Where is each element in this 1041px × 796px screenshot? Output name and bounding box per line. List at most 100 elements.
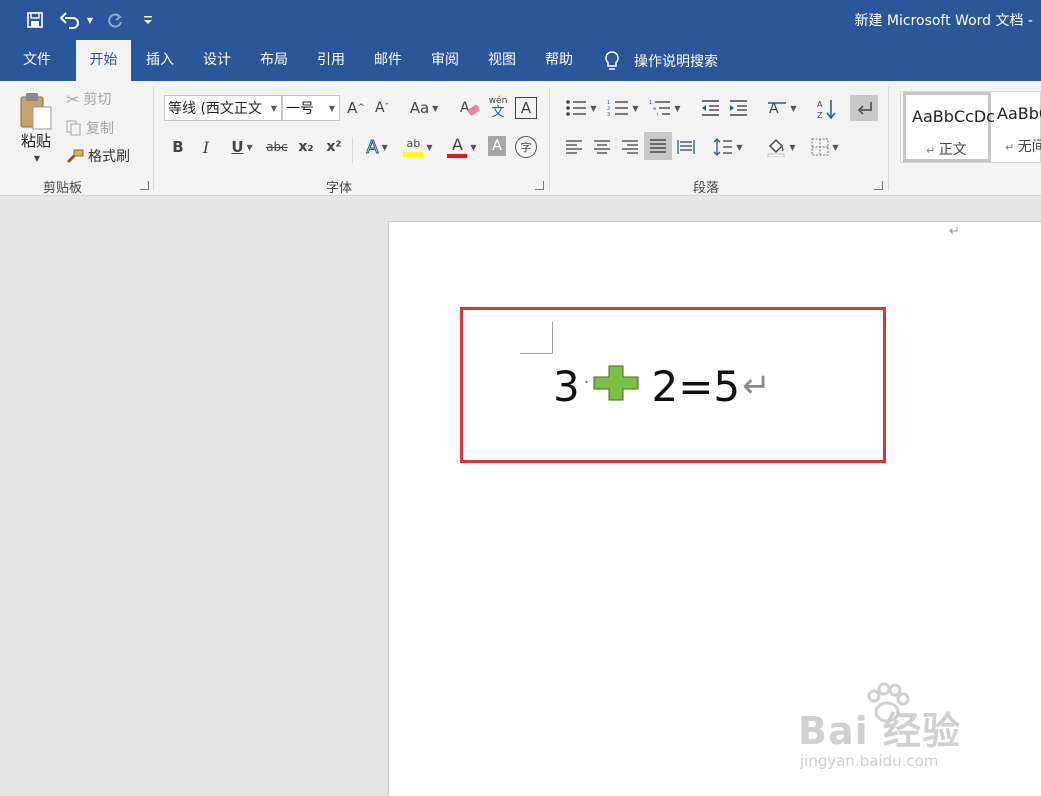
svg-text:A: A (817, 100, 823, 109)
subscript-button[interactable]: x₂ (295, 136, 317, 158)
strikethrough-icon: abc (266, 140, 288, 154)
italic-icon: I (202, 137, 210, 157)
tab-file[interactable]: 文件 (8, 40, 66, 81)
italic-button[interactable]: I (196, 136, 216, 158)
phonetic-bottom: 文 (491, 105, 505, 120)
align-right-button[interactable] (620, 136, 640, 158)
paragraph-launcher-icon[interactable] (874, 181, 883, 190)
document-title: 新建 Microsoft Word 文档 - (854, 13, 1033, 29)
align-center-icon (594, 140, 610, 154)
lightbulb-icon (605, 50, 619, 70)
justify-button[interactable] (644, 132, 672, 160)
text-effects-button[interactable]: A ▼ (360, 136, 394, 158)
enclose-characters-icon: 字 (520, 141, 532, 154)
bullets-button[interactable]: ▼ (562, 97, 600, 119)
tab-view[interactable]: 视图 (475, 40, 529, 81)
clipboard-group-label: 剪贴板 (43, 181, 83, 196)
cut-button[interactable]: ✂ 剪切 (66, 88, 111, 110)
undo-dropdown-icon[interactable]: ▼ (84, 8, 96, 32)
baidu-watermark: Bai 经验 jingyan.baidu.com (798, 682, 998, 777)
subscript-icon: x₂ (298, 139, 314, 155)
paint-bucket-icon (768, 139, 785, 157)
line-spacing-icon (713, 138, 733, 156)
style-no-spacing[interactable]: AaBbC ↵ 无间 (993, 92, 1041, 162)
clear-formatting-button[interactable]: A (458, 95, 482, 121)
justify-icon (650, 139, 666, 153)
decrease-indent-icon (702, 100, 719, 116)
font-color-button[interactable]: A ▼ (442, 133, 482, 161)
character-border-icon: A (520, 99, 532, 117)
asian-layout-icon: A (768, 101, 787, 117)
shrink-font-icon: A (374, 100, 385, 116)
customize-qat-icon[interactable] (140, 8, 156, 32)
align-center-button[interactable] (592, 136, 612, 158)
tab-help[interactable]: 帮助 (532, 40, 586, 81)
bold-button[interactable]: B (168, 136, 188, 158)
change-case-button[interactable]: Aa ▼ (406, 97, 442, 119)
phonetic-guide-button[interactable]: wén 文 (486, 93, 510, 123)
style-normal[interactable]: AaBbCcDc ↵ 正文 (903, 92, 995, 162)
shrink-font-button[interactable]: Aˇ (372, 97, 392, 119)
increase-indent-icon (730, 100, 747, 116)
format-painter-label: 格式刷 (88, 149, 130, 165)
multilevel-list-button[interactable]: 1 a i ▼ (646, 97, 684, 119)
undo-icon[interactable] (58, 8, 82, 32)
increase-indent-button[interactable] (726, 97, 750, 119)
line-spacing-button[interactable]: ▼ (710, 136, 746, 158)
show-paragraph-marks-button[interactable] (850, 95, 878, 121)
tab-home[interactable]: 开始 (76, 40, 131, 81)
tab-references[interactable]: 引用 (304, 40, 358, 81)
distributed-button[interactable] (676, 136, 696, 158)
tell-me-label: 操作说明搜索 (634, 53, 718, 70)
copy-button[interactable]: 复制 (66, 117, 114, 139)
grow-font-button[interactable]: A ^ (346, 97, 366, 119)
redo-icon[interactable] (104, 8, 126, 32)
borders-icon (811, 138, 829, 156)
title-bar: ▼ 新建 Microsoft Word 文档 - (0, 0, 1041, 40)
paste-button[interactable]: 粘贴 (14, 131, 58, 150)
tell-me-search[interactable]: 操作说明搜索 (604, 40, 718, 81)
ribbon-home: 粘贴 ▼ ✂ 剪切 复制 格式刷 剪贴板 等线 (西文正文 ▼ 一号 ▼ A ^ … (0, 81, 1041, 196)
decrease-indent-button[interactable] (698, 97, 722, 119)
align-left-icon (566, 140, 582, 154)
tab-mailings[interactable]: 邮件 (361, 40, 415, 81)
font-name-value: 等线 (西文正文 (168, 101, 262, 117)
character-border-button[interactable]: A (515, 97, 537, 119)
svg-text:a: a (653, 106, 656, 112)
text-highlight-button[interactable]: ab ▼ (398, 133, 438, 161)
watermark-sub: jingyan.baidu.com (800, 752, 939, 770)
font-size-combo[interactable]: 一号 ▼ (282, 95, 340, 121)
superscript-button[interactable]: x² (323, 136, 345, 158)
scissors-icon: ✂ (66, 89, 80, 109)
asian-layout-button[interactable]: A ▼ (764, 97, 800, 119)
underline-icon: U (231, 138, 244, 156)
align-right-icon (622, 140, 638, 154)
sort-button[interactable]: AZ (816, 97, 838, 121)
change-case-icon: Aa (409, 99, 430, 117)
format-painter-icon (66, 149, 84, 164)
tab-design[interactable]: 设计 (190, 40, 244, 81)
tab-layout[interactable]: 布局 (247, 40, 301, 81)
style-name: ↵ 正文 (926, 142, 967, 158)
borders-button[interactable]: ▼ (806, 136, 844, 158)
tab-insert[interactable]: 插入 (133, 40, 187, 81)
numbering-button[interactable]: 1 2 3 ▼ (604, 97, 642, 119)
paste-icon[interactable] (14, 89, 58, 133)
style-name: ↵ 无间 (1005, 139, 1041, 155)
save-icon[interactable] (24, 8, 46, 32)
copy-icon (66, 120, 81, 136)
align-left-button[interactable] (564, 136, 584, 158)
character-shading-button[interactable]: A (488, 136, 506, 156)
font-name-combo[interactable]: 等线 (西文正文 ▼ (164, 95, 282, 121)
underline-button[interactable]: U ▼ (224, 136, 260, 158)
shading-button[interactable]: ▼ (762, 136, 800, 158)
tab-review[interactable]: 审阅 (418, 40, 472, 81)
paste-dropdown-icon[interactable]: ▼ (30, 153, 44, 163)
clipboard-launcher-icon[interactable] (140, 181, 149, 190)
enclose-characters-button[interactable]: 字 (515, 136, 537, 158)
group-separator (888, 87, 889, 191)
style-sample: AaBbC (997, 104, 1041, 123)
format-painter-button[interactable]: 格式刷 (66, 145, 130, 167)
strikethrough-button[interactable]: abc (264, 136, 290, 158)
font-launcher-icon[interactable] (535, 181, 544, 190)
